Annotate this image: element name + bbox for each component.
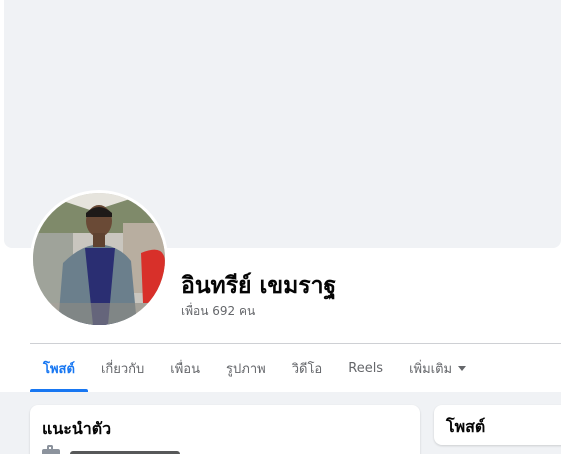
- intro-item: [42, 445, 180, 454]
- tab-label: โพสต์: [43, 361, 75, 377]
- tab-label: Reels: [348, 360, 384, 376]
- tab-label: วิดีโอ: [291, 361, 323, 377]
- tab-more[interactable]: เพิ่มเติม: [396, 344, 479, 392]
- tab-label: เพื่อน: [170, 361, 201, 377]
- posts-card-title: โพสต์: [446, 417, 486, 436]
- caret-down-icon: [458, 365, 467, 371]
- profile-name: อินทรีย์ เขมราฐ: [181, 273, 337, 299]
- avatar[interactable]: [33, 193, 165, 325]
- friend-count[interactable]: เพื่อน 692 คน: [181, 302, 255, 321]
- tab-label: เกี่ยวกับ: [100, 361, 145, 377]
- profile-tabs: โพสต์ เกี่ยวกับ เพื่อน รูปภาพ วิดีโอ Ree…: [30, 344, 479, 392]
- posts-card: โพสต์: [434, 405, 561, 445]
- tab-about[interactable]: เกี่ยวกับ: [88, 344, 157, 392]
- tab-photos[interactable]: รูปภาพ: [213, 344, 279, 392]
- tab-label: รูปภาพ: [226, 361, 266, 377]
- tab-label: เพิ่มเติม: [409, 361, 453, 377]
- avatar-photo: [33, 193, 165, 325]
- profile-page: อินทรีย์ เขมราฐ เพื่อน 692 คน โพสต์ เกี่…: [0, 0, 561, 454]
- intro-card-title: แนะนำตัว: [42, 419, 112, 438]
- tab-reels[interactable]: Reels: [335, 344, 396, 392]
- tab-videos[interactable]: วิดีโอ: [279, 344, 336, 392]
- briefcase-icon: [42, 445, 60, 454]
- intro-card: แนะนำตัว: [30, 405, 420, 454]
- tab-friends[interactable]: เพื่อน: [157, 344, 213, 392]
- tab-posts[interactable]: โพสต์: [30, 344, 88, 392]
